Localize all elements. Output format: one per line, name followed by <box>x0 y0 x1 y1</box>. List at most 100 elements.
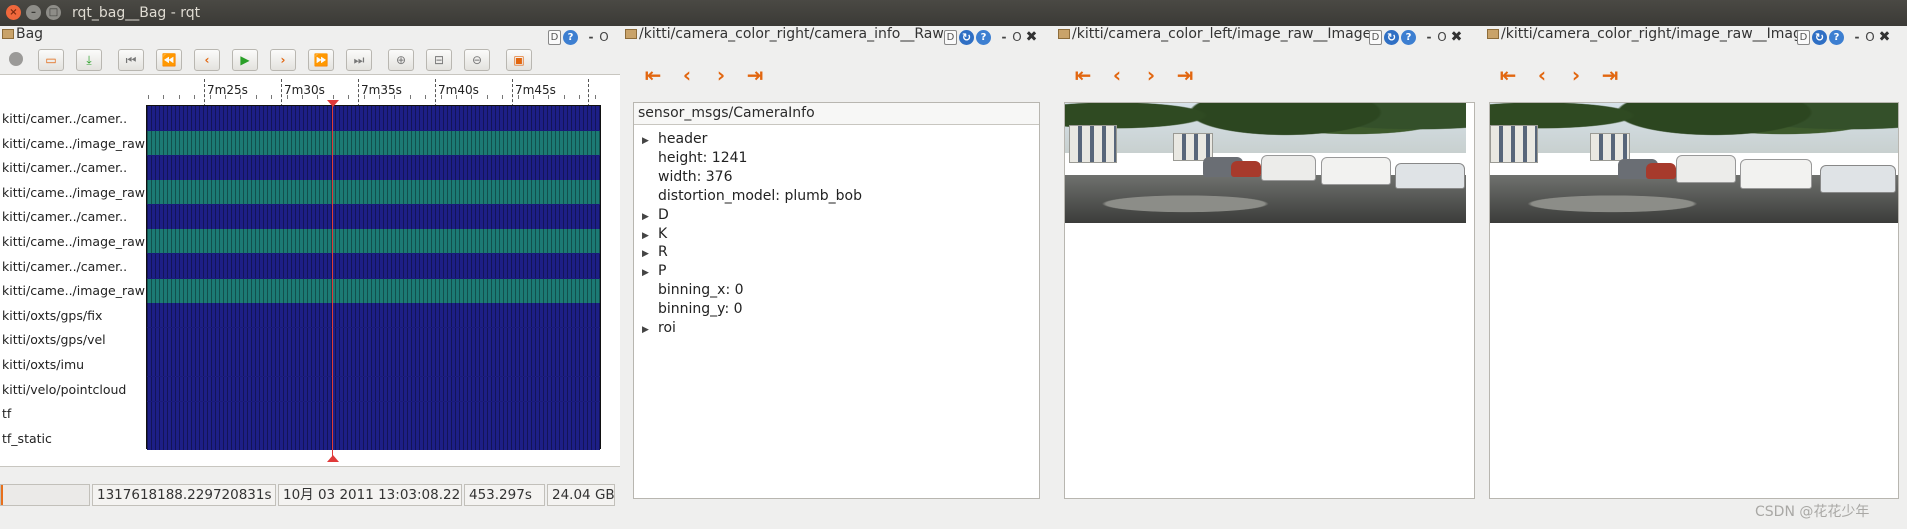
topic-message-row[interactable] <box>147 229 600 254</box>
topic-label[interactable]: kitti/came../image_raw <box>2 136 145 151</box>
reload-icon[interactable]: ↻ <box>959 29 974 45</box>
record-button[interactable] <box>3 49 29 71</box>
detach-icon[interactable]: D <box>1797 29 1810 45</box>
topic-message-row[interactable] <box>147 130 600 155</box>
detach-icon[interactable]: D <box>944 29 957 45</box>
field-row[interactable]: ▶ R <box>642 244 668 260</box>
float-dock-icon[interactable]: O <box>598 30 610 44</box>
close-dock-icon[interactable]: ✖ <box>1450 29 1463 45</box>
previous-frame-icon[interactable]: ‹ <box>1525 64 1559 86</box>
topic-label[interactable]: tf <box>2 406 11 421</box>
playhead-top-marker[interactable] <box>327 100 339 107</box>
playhead[interactable] <box>332 100 333 460</box>
thumbnail-toggle-button[interactable]: ▣ <box>506 49 532 71</box>
topic-label[interactable]: kitti/oxts/gps/fix <box>2 308 102 323</box>
message-area[interactable] <box>146 105 601 451</box>
camera-info-tree[interactable]: sensor_msgs/CameraInfo ▶ header height: 12… <box>633 102 1040 499</box>
reload-icon[interactable]: ↻ <box>1384 29 1399 45</box>
next-frame-icon[interactable]: › <box>704 64 738 86</box>
topic-label[interactable]: kitti/oxts/imu <box>2 357 84 372</box>
topic-label[interactable]: kitti/came../image_raw <box>2 283 145 298</box>
expand-arrow-icon[interactable]: ▶ <box>642 231 658 241</box>
expand-arrow-icon[interactable]: ▶ <box>642 136 658 146</box>
field-row[interactable]: ▶ D <box>642 207 669 223</box>
help-icon[interactable]: ? <box>563 29 578 45</box>
topic-message-row[interactable] <box>147 303 600 328</box>
last-frame-icon[interactable]: ⇥ <box>1168 64 1202 86</box>
topic-message-row[interactable] <box>147 352 600 377</box>
left-image-panel[interactable] <box>1064 102 1475 499</box>
fast-forward-button[interactable]: ⏩ <box>308 49 334 71</box>
float-dock-icon[interactable]: O <box>1864 30 1876 44</box>
help-icon[interactable]: ? <box>976 29 991 45</box>
topic-label[interactable]: tf_static <box>2 431 52 446</box>
topic-message-row[interactable] <box>147 106 600 131</box>
field-row[interactable]: ▶ K <box>642 226 667 242</box>
topic-label[interactable]: kitti/came../image_raw <box>2 234 145 249</box>
zoom-out-button[interactable]: ⊖ <box>464 49 490 71</box>
first-frame-icon[interactable]: ⇤ <box>1066 64 1100 86</box>
right-image-panel[interactable] <box>1489 102 1899 499</box>
skip-to-start-button[interactable]: ⏮ <box>118 49 144 71</box>
topic-label[interactable]: kitti/camer../camer.. <box>2 209 127 224</box>
float-dock-icon[interactable]: O <box>1011 30 1023 44</box>
zoom-in-button[interactable]: ⊕ <box>388 49 414 71</box>
topic-message-row[interactable] <box>147 376 600 401</box>
open-bag-button[interactable]: ▭ <box>38 49 64 71</box>
minimize-dock-icon[interactable]: - <box>999 30 1009 44</box>
rewind-button[interactable]: ⏪ <box>156 49 182 71</box>
bag-timeline[interactable]: 7m25s 7m30s 7m35s 7m40s 7m45s kitti/camer../… <box>0 74 620 467</box>
expand-arrow-icon[interactable]: ▶ <box>642 268 658 278</box>
minimize-window-icon[interactable]: – <box>26 5 41 20</box>
last-frame-icon[interactable]: ⇥ <box>738 64 772 86</box>
maximize-window-icon[interactable]: □ <box>46 5 61 20</box>
topic-label[interactable]: kitti/velo/pointcloud <box>2 382 126 397</box>
save-bag-button[interactable]: ⤓ <box>76 49 102 71</box>
topic-label[interactable]: kitti/camer../camer.. <box>2 111 127 126</box>
topic-message-row[interactable] <box>147 180 600 205</box>
minimize-dock-icon[interactable]: - <box>1424 30 1434 44</box>
minimize-dock-icon[interactable]: - <box>586 30 596 44</box>
topic-message-row[interactable] <box>147 204 600 229</box>
previous-frame-icon[interactable]: ‹ <box>1100 64 1134 86</box>
expand-arrow-icon[interactable]: ▶ <box>642 325 658 335</box>
last-frame-icon[interactable]: ⇥ <box>1593 64 1627 86</box>
close-dock-icon[interactable]: ✖ <box>1025 29 1038 45</box>
detach-icon[interactable]: D <box>1369 29 1382 45</box>
playhead-bottom-marker[interactable] <box>327 455 339 462</box>
first-frame-icon[interactable]: ⇤ <box>636 64 670 86</box>
help-icon[interactable]: ? <box>1829 29 1844 45</box>
skip-to-end-button[interactable]: ⏭ <box>346 49 372 71</box>
topic-label[interactable]: kitti/camer../camer.. <box>2 259 127 274</box>
step-forward-button[interactable]: › <box>270 49 296 71</box>
play-button[interactable]: ▶ <box>232 49 258 71</box>
field-row[interactable]: ▶ header <box>642 131 707 147</box>
previous-frame-icon[interactable]: ‹ <box>670 64 704 86</box>
field-row[interactable]: ▶ roi <box>642 320 676 336</box>
topic-label[interactable]: kitti/camer../camer.. <box>2 160 127 175</box>
topic-message-row[interactable] <box>147 155 600 180</box>
reload-icon[interactable]: ↻ <box>1812 29 1827 45</box>
topic-label[interactable]: kitti/came../image_raw <box>2 185 145 200</box>
topic-message-row[interactable] <box>147 253 600 278</box>
close-dock-icon[interactable]: ✖ <box>1878 29 1891 45</box>
topic-message-row[interactable] <box>147 327 600 352</box>
next-frame-icon[interactable]: › <box>1134 64 1168 86</box>
help-icon[interactable]: ? <box>1401 29 1416 45</box>
expand-arrow-icon[interactable]: ▶ <box>642 212 658 222</box>
float-dock-icon[interactable]: O <box>1436 30 1448 44</box>
expand-arrow-icon[interactable]: ▶ <box>642 249 658 259</box>
topic-message-row[interactable] <box>147 401 600 426</box>
detach-icon[interactable]: D <box>548 29 561 45</box>
next-frame-icon[interactable]: › <box>1559 64 1593 86</box>
topic-message-row[interactable] <box>147 426 600 451</box>
first-frame-icon[interactable]: ⇤ <box>1491 64 1525 86</box>
zoom-fit-button[interactable]: ⊟ <box>426 49 452 71</box>
close-window-icon[interactable]: × <box>6 5 21 20</box>
field-row[interactable]: ▶ P <box>642 263 666 279</box>
step-back-button[interactable]: ‹ <box>194 49 220 71</box>
right-image-dock-controls: D ↻ ? - O ✖ <box>1797 28 1891 46</box>
topic-label[interactable]: kitti/oxts/gps/vel <box>2 332 106 347</box>
topic-message-row[interactable] <box>147 278 600 303</box>
minimize-dock-icon[interactable]: - <box>1852 30 1862 44</box>
